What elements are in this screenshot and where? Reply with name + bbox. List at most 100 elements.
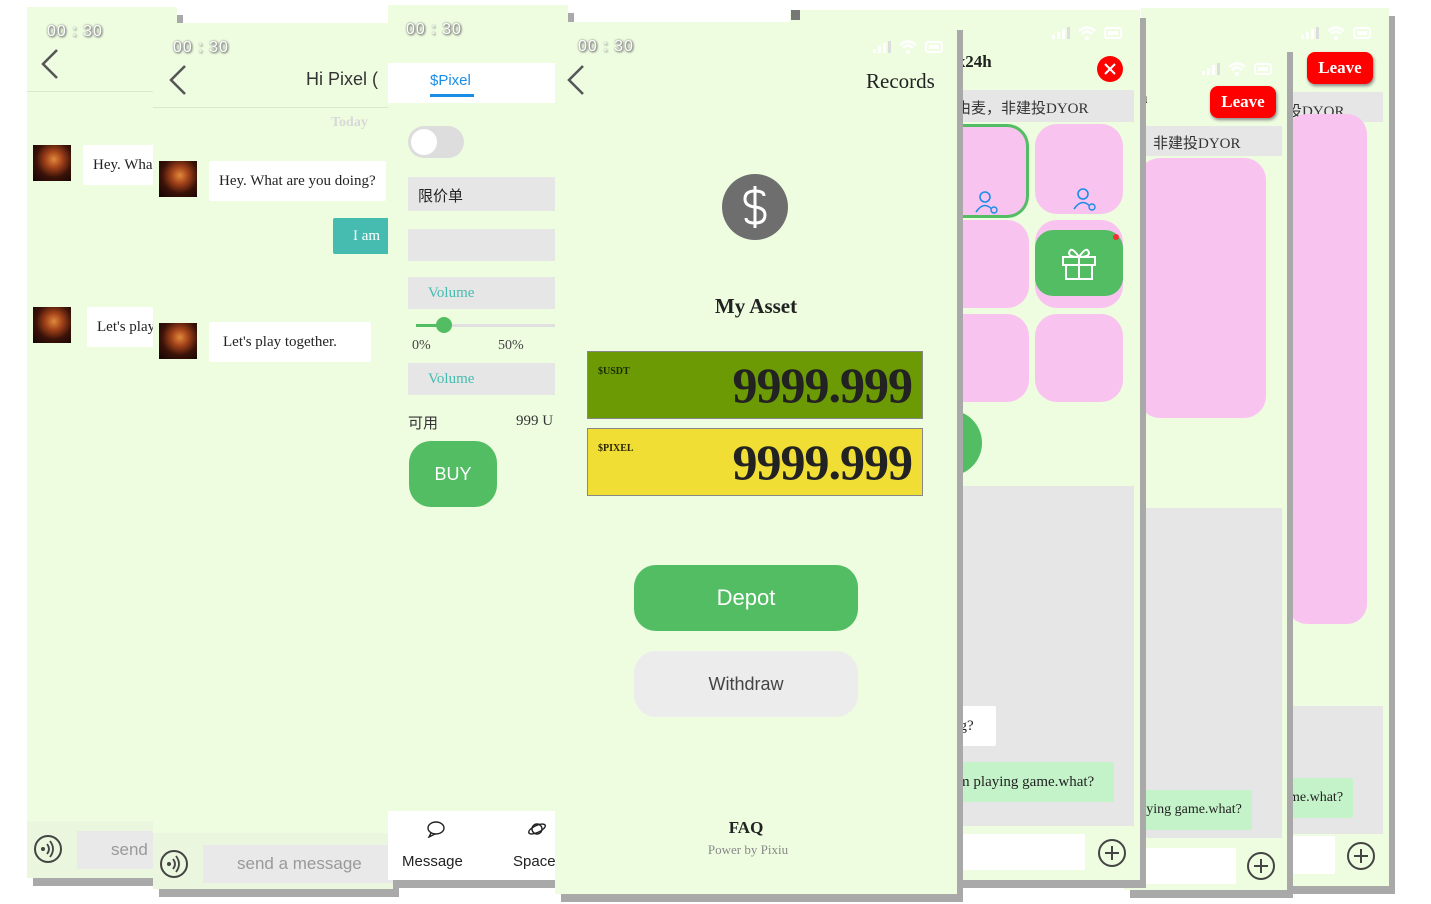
chat-message: Hey. What are you doing?	[209, 161, 386, 201]
powered-by: Power by Pixiu	[707, 842, 789, 857]
faq-link[interactable]: FAQ	[555, 818, 937, 838]
usdt-balance-card: $USDT 9999.999	[587, 351, 923, 419]
back-arrow-icon[interactable]	[167, 63, 189, 97]
status-time: 00 : 30	[578, 38, 634, 55]
seat-tile-5[interactable]	[950, 314, 1029, 402]
nav-space[interactable]: Space	[513, 853, 556, 870]
avatar	[159, 323, 197, 359]
seat-tile[interactable]	[1138, 158, 1266, 418]
signal-icon	[1301, 27, 1319, 39]
buy-button[interactable]: BUY	[409, 441, 497, 507]
status-time: 00 : 30	[173, 39, 229, 56]
toggle-switch[interactable]	[408, 126, 464, 158]
voice-icon[interactable]	[160, 850, 188, 878]
nav-message[interactable]: Message	[402, 853, 463, 870]
volume-placeholder: Volume	[428, 285, 475, 301]
pixel-value: 9999.999	[732, 434, 913, 490]
header-divider	[153, 107, 393, 108]
signal-icon	[1202, 63, 1220, 75]
back-arrow-icon[interactable]	[39, 47, 61, 81]
withdraw-button[interactable]: Withdraw	[634, 651, 858, 717]
message-input[interactable]: send a message	[203, 845, 393, 883]
user-seat-icon	[1073, 188, 1096, 211]
user-seat-icon	[975, 191, 998, 214]
message-input[interactable]	[950, 834, 1085, 870]
status-time: 00 : 30	[47, 23, 103, 40]
battery-icon	[1104, 27, 1122, 39]
notification-dot	[1113, 234, 1119, 240]
status-icons	[873, 40, 945, 54]
space-planet-icon[interactable]	[527, 820, 547, 838]
battery-icon	[925, 41, 943, 53]
chat-message: Let's play together.	[209, 322, 371, 362]
wifi-icon	[1078, 26, 1096, 40]
seat-tile[interactable]	[1287, 114, 1367, 624]
battery-icon	[1353, 27, 1371, 39]
status-icons	[1202, 62, 1274, 76]
add-icon[interactable]	[1247, 852, 1275, 880]
status-icons	[1301, 26, 1373, 40]
notice-text: 由麦，非建投DYOR	[956, 101, 1089, 117]
signal-icon	[873, 41, 891, 53]
seat-tile-2[interactable]	[1035, 124, 1123, 214]
pixel-balance-card: $PIXEL 9999.999	[587, 428, 923, 496]
date-label: Today	[331, 115, 368, 130]
room-title: /x24h	[952, 52, 992, 71]
trade-screen: 00 : 30 $Pixel 限价单 Volume 0% 50% Volume …	[388, 5, 568, 880]
add-icon[interactable]	[1347, 842, 1375, 870]
signal-icon	[1052, 27, 1070, 39]
chat-message: me.what?	[1287, 778, 1354, 818]
usdt-label: $USDT	[598, 366, 630, 377]
tab-pixel[interactable]: $Pixel	[430, 72, 471, 89]
page-title: My Asset	[714, 294, 798, 318]
room-screen-b: h Leave ，非建投DYOR aying game.what?	[1124, 44, 1287, 890]
add-icon[interactable]	[1098, 839, 1126, 867]
wifi-icon	[1228, 62, 1246, 76]
amount-placeholder: Volume	[428, 371, 475, 387]
chat-area	[1140, 508, 1282, 838]
avatar	[33, 307, 71, 343]
chat-title: Hi Pixel (	[306, 69, 379, 89]
chat-message: aying game.what?	[1140, 790, 1252, 830]
back-arrow-icon[interactable]	[565, 63, 587, 97]
dollar-icon	[722, 174, 788, 240]
close-icon[interactable]	[1097, 56, 1123, 82]
wifi-icon	[899, 40, 917, 54]
slider-min-label: 0%	[412, 338, 431, 353]
tab-bar	[388, 63, 568, 103]
asset-screen: 00 : 30 Records My Asset $USDT 9999.999 …	[555, 22, 957, 894]
notice-text: ，非建投DYOR	[1138, 136, 1241, 152]
available-value: 999 U	[516, 413, 554, 429]
seat-tile-6[interactable]	[1035, 314, 1123, 402]
gift-button[interactable]	[1035, 230, 1123, 296]
window-marker	[791, 10, 800, 20]
chat-screen: 00 : 30 Hi Pixel ( Today Hey. What are y…	[153, 23, 393, 889]
usdt-value: 9999.999	[732, 357, 913, 413]
chat-message: m playing game.what?	[950, 762, 1115, 802]
avatar	[159, 161, 197, 197]
leave-button[interactable]: Leave	[1210, 86, 1276, 118]
battery-icon	[1254, 63, 1272, 75]
records-link[interactable]: Records	[866, 69, 935, 94]
order-type-label: 限价单	[418, 189, 464, 205]
message-input[interactable]	[1140, 848, 1236, 884]
voice-icon[interactable]	[34, 835, 62, 863]
slider-mid-label: 50%	[498, 338, 524, 353]
price-input[interactable]	[408, 229, 558, 261]
message-icon[interactable]	[426, 820, 446, 838]
seat-tile-3[interactable]	[950, 220, 1029, 308]
status-icons	[1052, 26, 1124, 40]
status-time: 00 : 30	[406, 21, 462, 38]
avatar	[33, 145, 71, 181]
depot-button[interactable]: Depot	[634, 565, 858, 631]
wifi-icon	[1327, 26, 1345, 40]
tab-indicator	[430, 94, 474, 97]
pixel-label: $PIXEL	[598, 443, 634, 454]
volume-slider-knob[interactable]	[436, 317, 453, 333]
available-label: 可用	[408, 416, 439, 432]
leave-button[interactable]: Leave	[1307, 52, 1373, 84]
chat-message-self: I am	[333, 218, 393, 254]
chat-message: Hey. Wha	[83, 145, 163, 185]
message-input[interactable]	[1287, 836, 1335, 874]
seat-tile-1[interactable]	[950, 124, 1029, 218]
